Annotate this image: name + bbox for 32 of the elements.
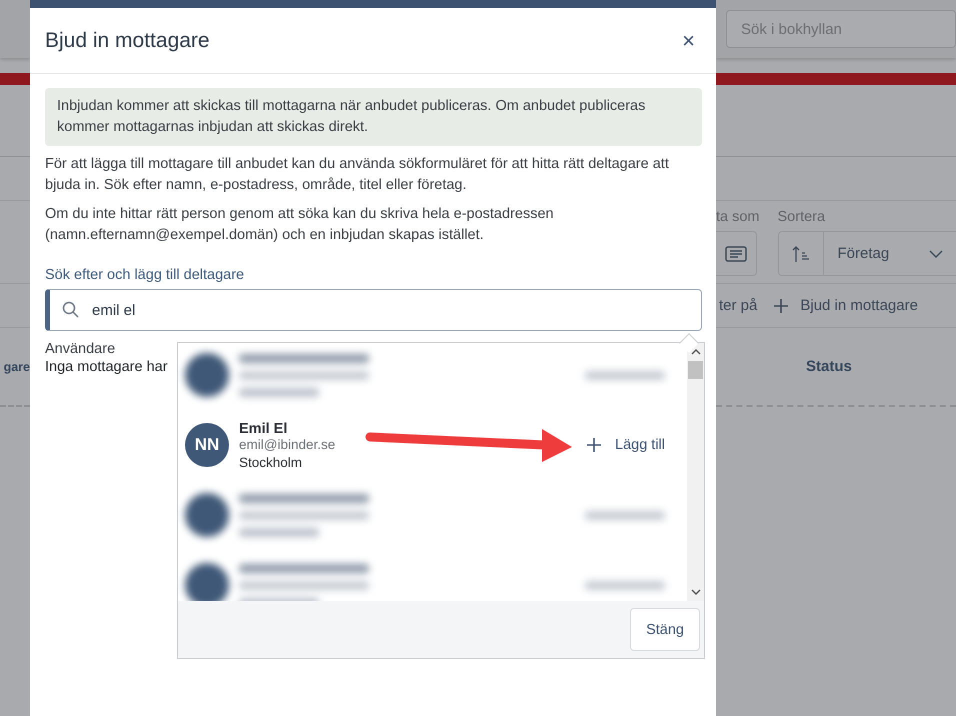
dialog-title: Bjud in mottagare [45, 28, 210, 52]
add-button[interactable]: Lägg till [587, 437, 665, 453]
person-city: Stockholm [239, 454, 304, 470]
search-icon [62, 301, 79, 318]
accent-stripe [0, 73, 30, 85]
plus-icon [587, 438, 602, 452]
info-message: Inbjudan kommer att skickas till mottagarna när anbudet publiceras. Om anbudet publiceras kommer mottagarnas inbjudan att skickas direkt. [45, 88, 702, 146]
sort-select[interactable]: Företag [778, 231, 956, 276]
list-icon [725, 246, 747, 262]
avatar: NN [185, 423, 229, 467]
search-field[interactable]: emil el [45, 289, 702, 331]
column-heading: Status [806, 358, 852, 375]
person-name: Emil El [239, 420, 288, 436]
empty-message: Inga mottagare har [45, 359, 168, 375]
help-text: För att lägga till mottagare till anbudet kan du använda sökformuläret för att hitta rätt deltagare att bjuda in. Sök efter namn, e-postadress, område, titel eller företag. [45, 155, 670, 195]
column-heading: gare [4, 360, 30, 374]
search-field[interactable]: Sök i bokhyllan [726, 10, 956, 48]
search-label: Sök efter och lägg till deltagare [45, 267, 246, 283]
sort-label: Sortera [778, 209, 826, 225]
chevron-down-icon [929, 250, 944, 258]
sort-icon [792, 244, 810, 262]
scrollbar[interactable] [687, 343, 704, 601]
help-text: Om du inte hittar rätt person genom att söka kan du skriva hela e-postadressen (namn.efternamn@exempel.domän) och en inbjudan skapas istället. [45, 205, 555, 245]
invite-button[interactable]: Bjud in mottagare [774, 297, 918, 314]
filter-text: ter på [719, 297, 758, 314]
section-label: Användare [45, 341, 116, 357]
scroll-thumb[interactable] [688, 361, 703, 379]
close-button[interactable]: × [676, 28, 701, 54]
close-button[interactable]: Stäng [630, 608, 700, 651]
plus-icon [774, 298, 788, 312]
view-label: ta som [716, 209, 760, 225]
person-email: emil@ibinder.se [239, 436, 336, 452]
